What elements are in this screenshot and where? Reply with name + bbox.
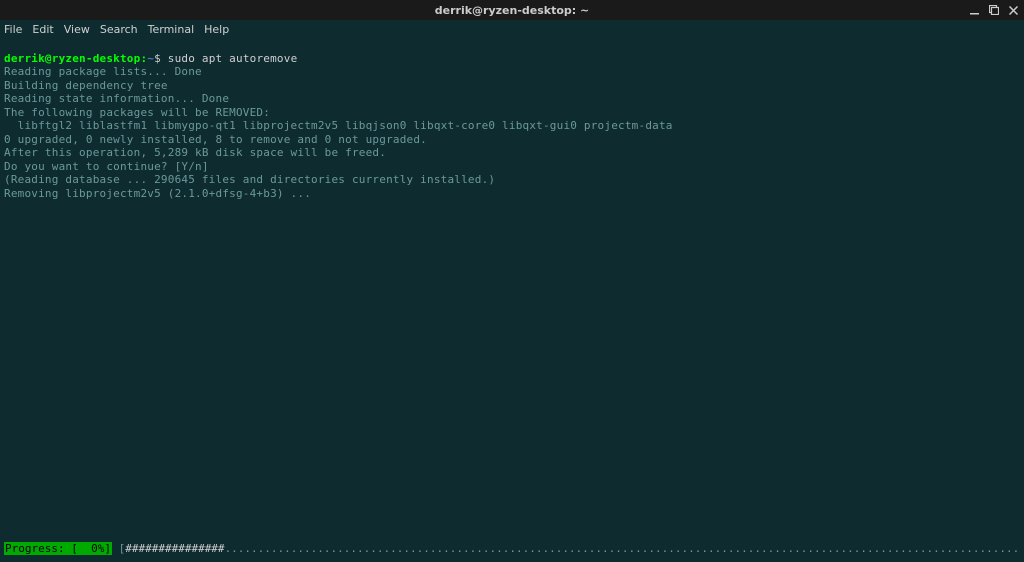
menu-help[interactable]: Help <box>204 23 229 36</box>
minimize-icon[interactable] <box>970 6 979 15</box>
menu-terminal[interactable]: Terminal <box>148 23 195 36</box>
menu-file[interactable]: File <box>4 23 22 36</box>
output-line: (Reading database ... 290645 files and d… <box>4 173 495 186</box>
prompt-symbol: $ <box>154 52 161 65</box>
maximize-icon[interactable] <box>989 5 999 15</box>
window-titlebar: derrik@ryzen-desktop: ~ <box>0 0 1024 20</box>
entered-command <box>161 52 168 65</box>
output-line: Reading state information... Done <box>4 92 229 105</box>
menu-search[interactable]: Search <box>100 23 138 36</box>
output-line: libftgl2 liblastfm1 libmygpo-qt1 libproj… <box>4 119 673 132</box>
progress-fill-chars: ############### <box>125 542 224 555</box>
progress-percent-label: Progress: [ 0%] <box>4 542 112 555</box>
menubar: File Edit View Search Terminal Help <box>0 20 1024 38</box>
output-line: After this operation, 5,289 kB disk spac… <box>4 146 386 159</box>
progress-empty-chars: ........................................… <box>225 542 1020 555</box>
output-line: Building dependency tree <box>4 79 168 92</box>
prompt-user-host: derrik@ryzen-desktop <box>4 52 140 65</box>
window-title: derrik@ryzen-desktop: ~ <box>435 4 589 17</box>
menu-edit[interactable]: Edit <box>32 23 53 36</box>
terminal-output[interactable]: derrik@ryzen-desktop:~$ sudo apt autorem… <box>0 38 1024 200</box>
output-line: 0 upgraded, 0 newly installed, 8 to remo… <box>4 133 427 146</box>
output-line: Do you want to continue? [Y/n] <box>4 160 209 173</box>
window-controls <box>970 0 1018 20</box>
close-icon[interactable] <box>1009 6 1018 15</box>
command-text: sudo apt autoremove <box>168 52 298 65</box>
output-line: Removing libprojectm2v5 (2.1.0+dfsg-4+b3… <box>4 187 311 200</box>
output-line: The following packages will be REMOVED: <box>4 106 270 119</box>
menu-view[interactable]: View <box>64 23 90 36</box>
output-line: Reading package lists... Done <box>4 65 202 78</box>
apt-progress-bar: Progress: [ 0%] [###############........… <box>4 542 1020 555</box>
